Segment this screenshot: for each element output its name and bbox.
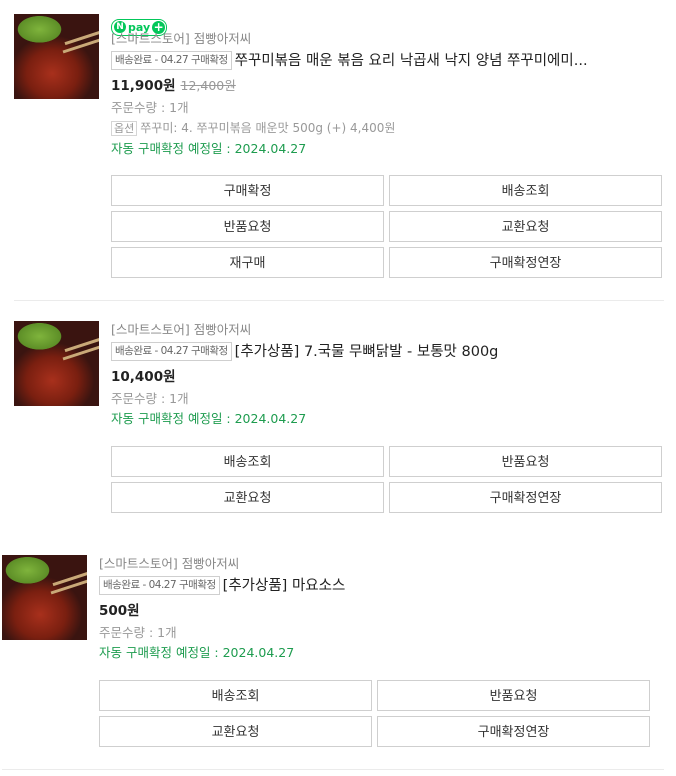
auto-confirm-date: 자동 구매확정 예정일 : 2024.04.27 (111, 411, 307, 426)
price: 11,900원 12,400원 (111, 72, 664, 98)
order-info: Npay + [스마트스토어] 점빵아저씨 배송완료 - 04.27 구매확정 쭈꾸… (111, 14, 664, 159)
product-thumbnail[interactable] (14, 14, 99, 99)
sale-price: 10,400원 (111, 369, 176, 385)
product-name[interactable]: 쭈꾸미볶음 매운 볶음 요리 낙곱새 낙지 양념 쭈꾸미에미... (235, 53, 588, 69)
sale-price: 11,900원 (111, 78, 176, 94)
option-tag: 옵션 (111, 121, 138, 136)
track-delivery-button[interactable]: 배송조회 (389, 175, 662, 206)
order-info: [스마트스토어] 점빵아저씨 배송완료 - 04.27 구매확정 [추가상품] 마… (99, 555, 652, 663)
exchange-request-button[interactable]: 교환요청 (99, 716, 372, 747)
track-delivery-button[interactable]: 배송조회 (99, 680, 372, 711)
return-request-button[interactable]: 반품요청 (389, 446, 662, 477)
original-price: 12,400원 (180, 78, 236, 93)
quantity: 주문수량 : 1개 (111, 100, 189, 115)
extend-confirm-button[interactable]: 구매확정연장 (389, 482, 662, 513)
quantity: 주문수량 : 1개 (111, 391, 189, 406)
extend-confirm-button[interactable]: 구매확정연장 (389, 247, 662, 278)
status-badge: 배송완료 - 04.27 구매확정 (99, 576, 220, 595)
product-name[interactable]: [추가상품] 7.국물 무뼈닭발 - 보통맛 800g (235, 344, 499, 360)
option-line: 옵션 쭈꾸미: 4. 쭈꾸미볶음 매운맛 500g (+) 4,400원 (111, 118, 664, 139)
auto-confirm-date: 자동 구매확정 예정일 : 2024.04.27 (111, 141, 307, 156)
order-info: [스마트스토어] 점빵아저씨 배송완료 - 04.27 구매확정 [추가상품] 7… (111, 321, 664, 429)
divider (2, 769, 664, 770)
status-badge: 배송완료 - 04.27 구매확정 (111, 342, 232, 361)
status-badge: 배송완료 - 04.27 구매확정 (111, 51, 232, 70)
exchange-request-button[interactable]: 교환요청 (111, 482, 384, 513)
return-request-button[interactable]: 반품요청 (377, 680, 650, 711)
product-thumbnail[interactable] (14, 321, 99, 406)
return-request-button[interactable]: 반품요청 (111, 211, 384, 242)
sale-price: 500원 (99, 603, 140, 619)
divider (14, 300, 664, 301)
store-name[interactable]: [스마트스토어] 점빵아저씨 (111, 321, 664, 339)
quantity: 주문수량 : 1개 (99, 625, 177, 640)
purchase-confirm-button[interactable]: 구매확정 (111, 175, 384, 206)
track-delivery-button[interactable]: 배송조회 (111, 446, 384, 477)
product-thumbnail[interactable] (2, 555, 87, 640)
repurchase-button[interactable]: 재구매 (111, 247, 384, 278)
option-text: 쭈꾸미: 4. 쭈꾸미볶음 매운맛 500g (+) 4,400원 (140, 121, 396, 135)
store-name[interactable]: [스마트스토어] 점빵아저씨 (111, 30, 664, 48)
exchange-request-button[interactable]: 교환요청 (389, 211, 662, 242)
store-name[interactable]: [스마트스토어] 점빵아저씨 (99, 555, 652, 573)
auto-confirm-date: 자동 구매확정 예정일 : 2024.04.27 (99, 645, 295, 660)
product-name[interactable]: [추가상품] 마요소스 (223, 578, 346, 594)
extend-confirm-button[interactable]: 구매확정연장 (377, 716, 650, 747)
